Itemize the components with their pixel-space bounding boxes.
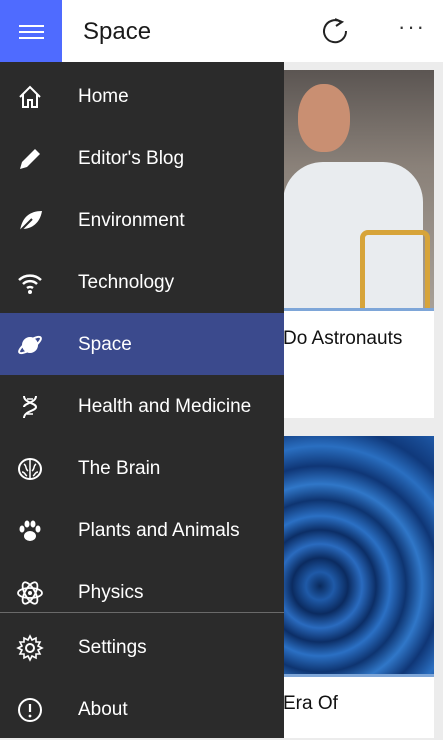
nav-item-home[interactable]: Home xyxy=(0,65,284,127)
nav-divider xyxy=(0,612,284,613)
refresh-button[interactable] xyxy=(320,16,350,46)
nav-item-technology[interactable]: Technology xyxy=(0,251,284,313)
nav-item-label: The Brain xyxy=(78,458,161,479)
hamburger-menu-button[interactable] xyxy=(0,0,62,62)
nav-drawer: Home Editor's Blog Environment Technolog… xyxy=(0,62,284,738)
nav-item-label: Editor's Blog xyxy=(78,148,185,169)
brain-icon xyxy=(18,458,42,480)
nav-item-label: About xyxy=(78,699,128,720)
nav-item-label: Home xyxy=(78,86,129,107)
nav-item-label: Environment xyxy=(78,210,185,231)
article-title: Era Of xyxy=(283,693,338,714)
wifi-icon xyxy=(18,274,42,294)
dna-icon xyxy=(23,395,38,419)
nav-item-label: Settings xyxy=(78,637,147,658)
nav-item-health-and-medicine[interactable]: Health and Medicine xyxy=(0,375,284,437)
nav-item-physics[interactable]: Physics xyxy=(0,561,284,623)
leaf-icon xyxy=(19,211,42,232)
more-options-button[interactable]: ··· xyxy=(398,14,426,40)
nav-item-plants-and-animals[interactable]: Plants and Animals xyxy=(0,499,284,561)
nav-item-label: Technology xyxy=(78,272,175,293)
nav-item-label: Health and Medicine xyxy=(78,396,252,417)
nav-item-settings[interactable]: Settings xyxy=(0,616,284,678)
gear-icon xyxy=(16,634,44,662)
paw-icon xyxy=(19,520,41,541)
info-icon xyxy=(18,698,42,722)
article-title: Do Astronauts xyxy=(283,328,403,349)
nav-item-space[interactable]: Space xyxy=(0,313,284,375)
app-header: Space ··· xyxy=(0,0,443,62)
refresh-icon xyxy=(323,18,348,44)
pencil-icon xyxy=(20,149,40,169)
nav-item-label: Space xyxy=(78,334,132,355)
page-title: Space xyxy=(83,18,152,45)
nav-item-environment[interactable]: Environment xyxy=(0,189,284,251)
hamburger-icon xyxy=(19,25,44,27)
hamburger-icon-line xyxy=(19,37,44,39)
nav-item-about[interactable]: About xyxy=(0,678,284,740)
home-icon xyxy=(19,85,41,108)
atom-icon xyxy=(17,581,43,605)
nav-item-the-brain[interactable]: The Brain xyxy=(0,437,284,499)
hamburger-icon-line xyxy=(19,31,44,33)
planet-icon xyxy=(18,335,42,355)
nav-item-editors-blog[interactable]: Editor's Blog xyxy=(0,127,284,189)
nav-item-label: Plants and Animals xyxy=(78,520,240,541)
nav-item-label: Physics xyxy=(78,582,144,603)
